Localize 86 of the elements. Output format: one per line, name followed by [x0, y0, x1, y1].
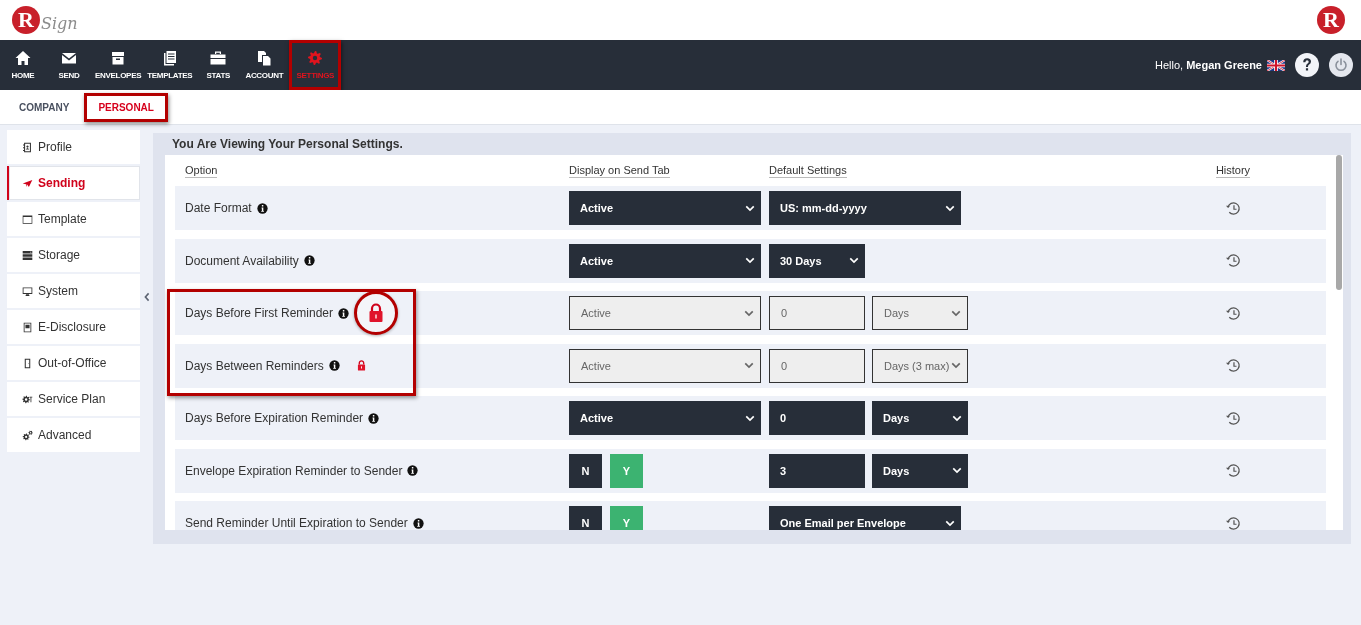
column-header: Display on Send Tab	[569, 163, 670, 178]
chevron-left-icon[interactable]	[142, 292, 151, 302]
info-icon[interactable]	[303, 255, 315, 266]
column-header: Option	[185, 163, 218, 178]
sidebar-item[interactable]: E-Disclosure	[7, 310, 140, 344]
contact-book-icon	[22, 141, 33, 153]
help-icon[interactable]	[1295, 53, 1319, 77]
option-label: Days Between Reminders	[185, 358, 324, 373]
settings-icon	[307, 50, 324, 66]
monitor-icon	[22, 285, 33, 297]
panel-title: You Are Viewing Your Personal Settings.	[171, 136, 404, 153]
settings-tab[interactable]: PERSONAL	[84, 92, 168, 122]
flag-icon[interactable]	[1267, 59, 1285, 71]
greeting: Hello, Megan Greene	[1155, 59, 1262, 71]
value-field[interactable]: 3	[769, 453, 865, 488]
envelope-icon	[61, 50, 77, 66]
option-label: Send Reminder Until Expiration to Sender	[185, 516, 408, 530]
sidebar-item[interactable]: Out-of-Office	[7, 346, 140, 380]
history-icon[interactable]	[1224, 357, 1242, 374]
sidebar-item[interactable]: Service Plan	[7, 382, 140, 416]
sidebar-item[interactable]: Profile	[7, 130, 140, 164]
documents-icon	[161, 50, 178, 66]
chevron-down-icon	[945, 204, 955, 212]
history-icon[interactable]	[1224, 199, 1242, 217]
option-label: Days Before Expiration Reminder	[185, 411, 364, 425]
chevron-down-icon	[745, 204, 755, 212]
gears-icon	[22, 429, 33, 441]
chevron-down-icon	[951, 362, 961, 369]
paper-plane-icon	[22, 177, 33, 189]
copy-icon	[256, 50, 273, 66]
chevron-down-icon	[951, 309, 961, 317]
settings-tab[interactable]: COMPANY	[12, 92, 77, 122]
window-icon	[22, 213, 33, 225]
power-icon[interactable]	[1329, 53, 1353, 77]
value-field[interactable]: 0	[769, 401, 865, 435]
info-icon[interactable]	[407, 465, 419, 476]
default-select[interactable]: Days	[872, 453, 968, 488]
history-icon[interactable]	[1224, 252, 1242, 269]
option-label: Document Availability	[185, 253, 299, 268]
server-icon	[22, 249, 33, 261]
sidebar-item[interactable]: Advanced	[7, 418, 140, 452]
chevron-down-icon	[744, 362, 754, 369]
toggle-option[interactable]: N	[569, 453, 602, 488]
display-select[interactable]: Active	[569, 191, 761, 225]
option-label: Envelope Expiration Reminder to Sender	[185, 463, 403, 478]
chevron-down-icon	[744, 309, 754, 317]
display-select[interactable]: Active	[569, 243, 761, 278]
toggle-option[interactable]: N	[569, 506, 602, 530]
chevron-down-icon	[849, 257, 859, 264]
sidebar-item[interactable]: Storage	[7, 238, 140, 272]
option-label: Days Before First Reminder	[185, 306, 334, 320]
chevron-down-icon	[952, 467, 962, 474]
chevron-down-icon	[745, 257, 755, 264]
column-header: Default Settings	[769, 163, 847, 178]
info-icon[interactable]	[328, 360, 340, 371]
info-icon[interactable]	[412, 517, 424, 529]
door-icon	[22, 357, 33, 369]
brand-mark: R	[1317, 6, 1345, 34]
gear-icon	[22, 393, 33, 405]
chevron-down-icon	[745, 414, 755, 422]
chevron-down-icon	[945, 519, 955, 527]
column-header: History	[1215, 163, 1251, 178]
history-icon[interactable]	[1224, 514, 1242, 530]
lock-icon	[368, 303, 385, 323]
document-icon	[22, 321, 33, 333]
default-select[interactable]: 30 Days	[769, 243, 865, 278]
home-icon	[15, 50, 31, 66]
sidebar-item[interactable]: Template	[7, 202, 140, 236]
logo-word: Sign	[41, 13, 78, 33]
default-select[interactable]: Days	[872, 401, 968, 435]
history-icon[interactable]	[1224, 304, 1242, 322]
default-select[interactable]: US: mm-dd-yyyy	[769, 191, 961, 225]
option-label: Date Format	[185, 201, 252, 215]
info-icon[interactable]	[368, 412, 380, 424]
history-icon[interactable]	[1224, 462, 1242, 479]
default-select[interactable]: One Email per Envelope	[769, 506, 961, 530]
sidebar-item[interactable]: System	[7, 274, 140, 308]
info-icon[interactable]	[256, 202, 268, 214]
drawer-icon	[110, 50, 127, 66]
chevron-down-icon	[952, 414, 962, 422]
history-icon[interactable]	[1224, 409, 1242, 427]
logo-mark: R	[12, 6, 40, 34]
display-select[interactable]: Active	[569, 401, 761, 435]
sidebar-item[interactable]: Sending	[7, 166, 140, 200]
info-icon[interactable]	[338, 307, 350, 319]
briefcase-icon	[210, 50, 227, 66]
